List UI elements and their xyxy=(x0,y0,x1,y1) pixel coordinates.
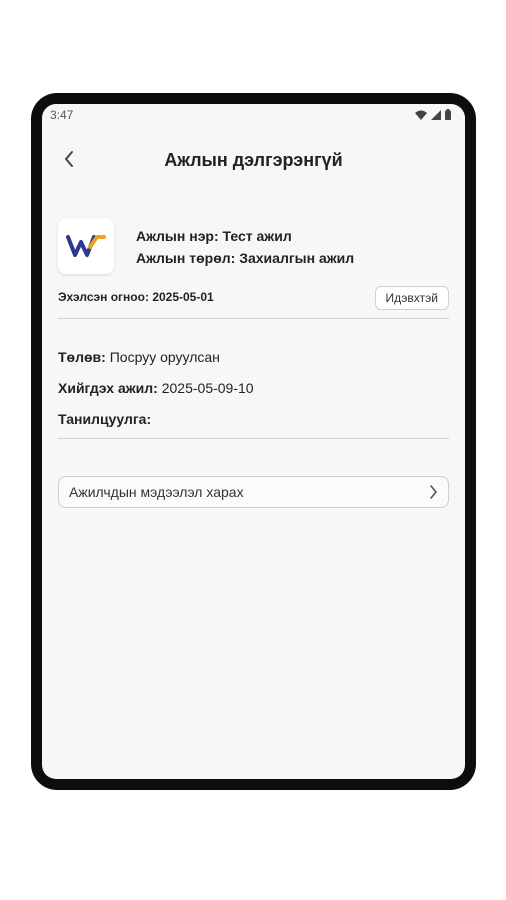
job-type: Ажлын төрөл: Захиалгын ажил xyxy=(136,250,354,266)
job-state-value: Посруу оруулсан xyxy=(109,349,220,365)
start-date: Эхэлсэн огноо: 2025-05-01 xyxy=(58,290,214,304)
app-bar: Ажлын дэлгэрэнгүй xyxy=(42,140,465,180)
job-name-label: Ажлын нэр: xyxy=(136,228,219,244)
wifi-icon xyxy=(415,110,427,120)
job-task-value: 2025-05-09-10 xyxy=(161,380,254,396)
chevron-right-icon xyxy=(430,485,437,499)
view-worker-info-label: Ажилчдын мэдээлэл харах xyxy=(69,484,244,500)
job-intro-label: Танилцуулга: xyxy=(58,411,152,427)
signal-icon xyxy=(431,109,441,120)
job-task-label: Хийгдэх ажил: xyxy=(58,380,158,396)
divider xyxy=(58,438,449,439)
status-bar: 3:47 xyxy=(42,104,465,126)
job-state-label: Төлөв: xyxy=(58,349,106,365)
job-type-label: Ажлын төрөл: xyxy=(136,250,236,266)
status-icons xyxy=(415,109,451,120)
app-screen: 3:47 Ажлын дэлгэрэнгүй Ажлын нэр: Тест а… xyxy=(42,104,465,779)
job-task: Хийгдэх ажил: 2025-05-09-10 xyxy=(58,380,254,396)
divider xyxy=(58,318,449,319)
company-logo-icon xyxy=(66,235,106,257)
job-name: Ажлын нэр: Тест ажил xyxy=(136,228,292,244)
page-title: Ажлын дэлгэрэнгүй xyxy=(164,150,343,170)
battery-icon xyxy=(445,109,451,120)
status-time: 3:47 xyxy=(50,108,74,122)
view-worker-info-button[interactable]: Ажилчдын мэдээлэл харах xyxy=(58,476,449,508)
company-logo xyxy=(58,218,114,274)
job-type-value: Захиалгын ажил xyxy=(239,250,355,266)
tablet-frame: 3:47 Ажлын дэлгэрэнгүй Ажлын нэр: Тест а… xyxy=(31,93,476,790)
start-date-value: 2025-05-01 xyxy=(152,290,214,304)
job-intro: Танилцуулга: xyxy=(58,411,151,427)
job-name-value: Тест ажил xyxy=(222,228,292,244)
start-date-label: Эхэлсэн огноо: xyxy=(58,290,149,304)
job-state: Төлөв: Посруу оруулсан xyxy=(58,349,220,365)
status-badge[interactable]: Идэвхтэй xyxy=(374,286,449,310)
